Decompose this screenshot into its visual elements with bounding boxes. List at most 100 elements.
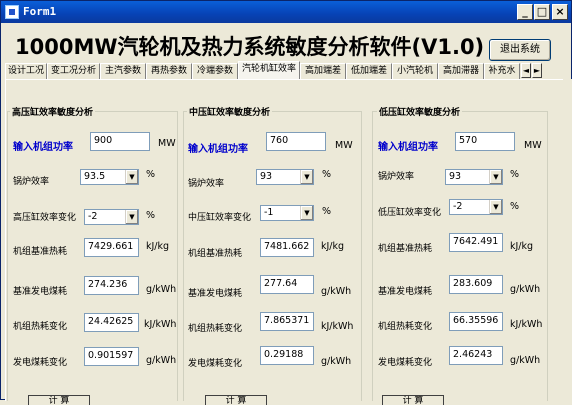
base-heat-rate-unit: kJ/kg [321,241,345,252]
tab-main-steam[interactable]: 主汽参数 [100,63,146,79]
base-coal-field[interactable]: 277.64 [260,275,314,294]
heat-rate-change-field[interactable]: 66.35596 [449,312,503,331]
base-heat-rate-field[interactable]: 7429.661 [84,238,139,257]
coal-change-label: 发电煤耗变化 [378,358,433,368]
cyl-eff-change-unit: % [146,210,156,221]
coal-change-unit: g/kWh [510,355,541,366]
coal-change-field[interactable]: 0.901597 [84,347,139,366]
base-heat-rate-field[interactable]: 7481.662 [260,238,314,257]
cyl-eff-change-unit: % [322,206,332,217]
cyl-eff-change-label: 高压缸效率变化 [13,213,77,223]
group-title: 低压缸效率敏度分析 [377,105,463,118]
base-coal-unit: g/kWh [510,284,541,295]
boiler-eff-label: 锅炉效率 [378,172,415,182]
boiler-eff-select[interactable]: 93 ▼ [445,169,503,185]
tab-lp-heater-td[interactable]: 低加端差 [346,63,392,79]
heat-rate-change-unit: kJ/kWh [321,321,354,332]
exit-button[interactable]: 退出系统 [489,39,551,61]
base-heat-rate-field[interactable]: 7642.491 [449,233,503,252]
cyl-eff-change-label: 中压缸效率变化 [188,213,252,223]
heat-rate-change-label: 机组热耗变化 [188,324,243,334]
cyl-eff-change-value: -1 [264,207,274,218]
power-input[interactable]: 760 [266,132,326,151]
heat-rate-change-field[interactable]: 24.42625 [84,313,139,332]
coal-change-field[interactable]: 0.29188 [260,346,314,365]
coal-change-unit: g/kWh [146,355,177,366]
base-heat-rate-unit: kJ/kg [146,241,170,252]
group-title: 高压缸效率敏度分析 [10,105,96,118]
tab-strip: 设计工况 变工况分析 主汽参数 再热参数 冷端参数 汽轮机缸效率 高加端差 低加… [5,61,572,79]
group-title: 中压缸效率敏度分析 [187,105,273,118]
base-heat-rate-label: 机组基准热耗 [188,249,243,259]
title-bar[interactable]: Form1 _ □ × [1,1,571,23]
power-label: 输入机组功率 [13,142,73,153]
calculate-button[interactable]: 计 算 [382,395,444,405]
boiler-eff-unit: % [146,169,156,180]
cyl-eff-change-select[interactable]: -2 ▼ [84,209,139,225]
base-heat-rate-unit: kJ/kg [510,241,534,252]
tab-hp-heater-bypass[interactable]: 高加滞器 [438,63,484,79]
cyl-eff-change-unit: % [510,201,520,212]
cyl-eff-change-value: -2 [453,201,463,212]
boiler-eff-unit: % [510,169,520,180]
tab-scroll-right-icon[interactable]: ► [532,63,542,78]
cyl-eff-change-select[interactable]: -1 ▼ [260,205,314,221]
power-label: 输入机组功率 [188,144,248,155]
base-coal-label: 基准发电煤耗 [13,287,68,297]
coal-change-unit: g/kWh [321,356,352,367]
page-title: 1000MW汽轮机及热力系统敏度分析软件(V1.0) [15,35,485,59]
boiler-eff-value: 93 [449,171,462,182]
coal-change-field[interactable]: 2.46243 [449,346,503,365]
chevron-down-icon[interactable]: ▼ [300,206,313,220]
cyl-eff-change-label: 低压缸效率变化 [378,208,442,218]
app-icon[interactable] [5,5,19,19]
app-window: Form1 _ □ × 1000MW汽轮机及热力系统敏度分析软件(V1.0) 退… [0,0,572,405]
boiler-eff-select[interactable]: 93 ▼ [256,169,314,185]
minimize-button[interactable]: _ [517,4,533,20]
base-coal-label: 基准发电煤耗 [188,289,243,299]
boiler-eff-label: 锅炉效率 [188,179,225,189]
chevron-down-icon[interactable]: ▼ [125,170,138,184]
tab-cold-end[interactable]: 冷端参数 [192,63,238,79]
power-input[interactable]: 900 [90,132,150,151]
base-coal-unit: g/kWh [146,284,177,295]
boiler-eff-value: 93 [260,171,273,182]
power-unit: MW [335,140,353,151]
tab-small-turbine[interactable]: 小汽轮机 [392,63,438,79]
calculate-button[interactable]: 计 算 [205,395,267,405]
cyl-eff-change-select[interactable]: -2 ▼ [449,199,503,215]
calculate-button[interactable]: 计 算 [28,395,90,405]
base-coal-unit: g/kWh [321,286,352,297]
heat-rate-change-label: 机组热耗变化 [378,322,433,332]
base-heat-rate-label: 机组基准热耗 [378,244,433,254]
tab-offdesign[interactable]: 变工况分析 [47,63,100,79]
power-unit: MW [524,140,542,151]
close-button[interactable]: × [552,4,568,20]
coal-change-label: 发电煤耗变化 [13,358,68,368]
tab-cylinder-efficiency[interactable]: 汽轮机缸效率 [238,61,300,79]
heat-rate-change-field[interactable]: 7.865371 [260,312,314,331]
base-coal-field[interactable]: 274.236 [84,276,139,295]
vertical-scrollbar[interactable] [563,79,572,401]
base-heat-rate-label: 机组基准热耗 [13,247,68,257]
boiler-eff-value: 93.5 [84,171,106,182]
power-input[interactable]: 570 [455,132,515,151]
tab-hp-heater-td[interactable]: 高加端差 [300,63,346,79]
chevron-down-icon[interactable]: ▼ [125,210,138,224]
maximize-button[interactable]: □ [534,4,550,20]
chevron-down-icon[interactable]: ▼ [489,170,502,184]
cyl-eff-change-value: -2 [88,211,98,222]
power-unit: MW [158,138,176,149]
base-coal-field[interactable]: 283.609 [449,275,503,294]
tab-reheat[interactable]: 再热参数 [146,63,192,79]
tab-makeup-water[interactable]: 补充水 [484,63,520,79]
boiler-eff-label: 锅炉效率 [13,177,50,187]
heat-rate-change-unit: kJ/kWh [510,319,543,330]
chevron-down-icon[interactable]: ▼ [489,200,502,214]
boiler-eff-unit: % [322,169,332,180]
boiler-eff-select[interactable]: 93.5 ▼ [80,169,139,185]
tab-design[interactable]: 设计工况 [5,63,47,79]
power-label: 输入机组功率 [378,142,438,153]
tab-scroll-left-icon[interactable]: ◄ [521,63,531,78]
chevron-down-icon[interactable]: ▼ [300,170,313,184]
